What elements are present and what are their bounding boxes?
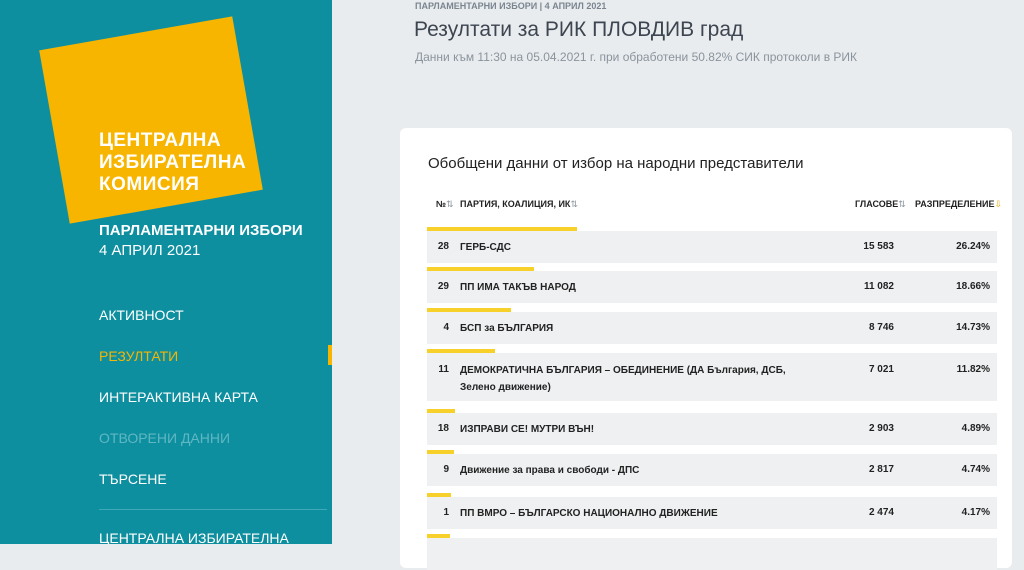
- breadcrumb: ПАРЛАМЕНТАРНИ ИЗБОРИ | 4 АПРИЛ 2021: [415, 1, 607, 11]
- row-number: 4: [443, 322, 449, 333]
- column-header-share[interactable]: РАЗПРЕДЕЛЕНИЕ⇩: [915, 199, 1002, 210]
- row-party: ДЕМОКРАТИЧНА БЪЛГАРИЯ – ОБЕДИНЕНИЕ (ДА Б…: [460, 365, 786, 393]
- column-header-party-label: ПАРТИЯ, КОАЛИЦИЯ, ИК: [460, 199, 571, 209]
- sort-icon: ⇅: [570, 199, 578, 209]
- page-subtitle: Данни към 11:30 на 05.04.2021 г. при обр…: [415, 50, 858, 64]
- row-number: 11: [438, 364, 449, 375]
- row-share: 4.74%: [961, 464, 990, 475]
- row-number: 18: [437, 423, 449, 434]
- logo-line: ИЗБИРАТЕЛНА: [99, 152, 247, 173]
- row-share: 18.66%: [956, 281, 990, 292]
- row-number: 28: [437, 241, 449, 252]
- table-row[interactable]: [427, 534, 997, 570]
- sort-desc-icon: ⇩: [994, 199, 1003, 209]
- column-header-votes-label: ГЛАСОВЕ: [855, 199, 899, 209]
- table-row[interactable]: 18 ИЗПРАВИ СЕ! МУТРИ ВЪН! 2 903 4.89%: [427, 409, 997, 445]
- row-number: 1: [443, 507, 449, 518]
- row-party: ПП ВМРО – БЪЛГАРСКО НАЦИОНАЛНО ДВИЖЕНИЕ: [460, 508, 718, 519]
- row-votes: 7 021: [868, 364, 894, 375]
- table-row[interactable]: 1 ПП ВМРО – БЪЛГАРСКО НАЦИОНАЛНО ДВИЖЕНИ…: [427, 493, 997, 529]
- results-card: Обобщени данни от избор на народни предс…: [400, 128, 1012, 570]
- column-header-party[interactable]: ПАРТИЯ, КОАЛИЦИЯ, ИК⇅: [460, 199, 578, 210]
- sort-icon: ⇅: [898, 199, 906, 209]
- row-share: 4.17%: [961, 507, 990, 518]
- row-votes: 2 903: [868, 423, 894, 434]
- nav-active-indicator: [328, 345, 332, 365]
- election-date: 4 АПРИЛ 2021: [99, 242, 201, 259]
- column-header-votes[interactable]: ГЛАСОВЕ⇅: [855, 199, 906, 210]
- nav-item-results[interactable]: РЕЗУЛТАТИ: [99, 348, 178, 364]
- table-row[interactable]: 4 БСП за БЪЛГАРИЯ 8 746 14.73%: [427, 308, 997, 344]
- row-votes: 15 583: [863, 241, 894, 252]
- nav-item-activity[interactable]: АКТИВНОСТ: [99, 307, 184, 323]
- nav-item-search[interactable]: ТЪРСЕНЕ: [99, 471, 167, 487]
- row-votes: 2 474: [868, 507, 894, 518]
- share-bar: [427, 267, 534, 271]
- logo-line: КОМИСИЯ: [99, 174, 200, 195]
- share-bar: [427, 409, 455, 413]
- row-share: 26.24%: [956, 241, 990, 252]
- table-row[interactable]: 28 ГЕРБ-СДС 15 583 26.24%: [427, 227, 997, 263]
- nav-item-open-data[interactable]: ОТВОРЕНИ ДАННИ: [99, 430, 230, 446]
- row-number: 29: [437, 281, 449, 292]
- row-votes: 8 746: [868, 322, 894, 333]
- table-row[interactable]: 9 Движение за права и свободи - ДПС 2 81…: [427, 450, 997, 486]
- share-bar: [427, 450, 454, 454]
- share-bar: [427, 349, 495, 353]
- column-header-number[interactable]: №⇅: [436, 199, 454, 210]
- row-share: 14.73%: [956, 322, 990, 333]
- row-party: ИЗПРАВИ СЕ! МУТРИ ВЪН!: [460, 424, 595, 435]
- table-row[interactable]: 11 ДЕМОКРАТИЧНА БЪЛГАРИЯ – ОБЕДИНЕНИЕ (Д…: [427, 349, 997, 401]
- page-title: Резултати за РИК ПЛОВДИВ град: [414, 18, 744, 41]
- nav-divider: [99, 509, 327, 510]
- share-bar: [427, 534, 450, 538]
- row-party: Движение за права и свободи - ДПС: [460, 465, 640, 476]
- election-title: ПАРЛАМЕНТАРНИ ИЗБОРИ: [99, 222, 303, 239]
- nav-item-interactive-map[interactable]: ИНТЕРАКТИВНА КАРТА: [99, 389, 258, 405]
- row-party: БСП за БЪЛГАРИЯ: [460, 323, 554, 334]
- row-share: 4.89%: [961, 423, 990, 434]
- column-header-share-label: РАЗПРЕДЕЛЕНИЕ: [915, 199, 995, 209]
- row-party: ПП ИМА ТАКЪВ НАРОД: [460, 282, 576, 293]
- table-row[interactable]: 29 ПП ИМА ТАКЪВ НАРОД 11 082 18.66%: [427, 267, 997, 303]
- share-bar: [427, 493, 451, 497]
- row-share: 11.82%: [956, 364, 990, 375]
- row-party: ГЕРБ-СДС: [460, 242, 511, 253]
- sidebar: ЦЕНТРАЛНА ИЗБИРАТЕЛНА КОМИСИЯ ПАРЛАМЕНТА…: [0, 0, 332, 544]
- logo[interactable]: ЦЕНТРАЛНА ИЗБИРАТЕЛНА КОМИСИЯ: [99, 130, 246, 196]
- sort-icon: ⇅: [446, 199, 454, 209]
- share-bar: [427, 227, 577, 231]
- column-header-number-label: №: [436, 199, 447, 209]
- nav-item-cik[interactable]: ЦЕНТРАЛНА ИЗБИРАТЕЛНА: [99, 530, 289, 544]
- logo-line: ЦЕНТРАЛНА: [99, 130, 222, 151]
- row-votes: 11 082: [863, 281, 894, 292]
- row-number: 9: [443, 464, 449, 475]
- results-title: Обобщени данни от избор на народни предс…: [428, 155, 804, 172]
- share-bar: [427, 308, 511, 312]
- row-votes: 2 817: [868, 464, 894, 475]
